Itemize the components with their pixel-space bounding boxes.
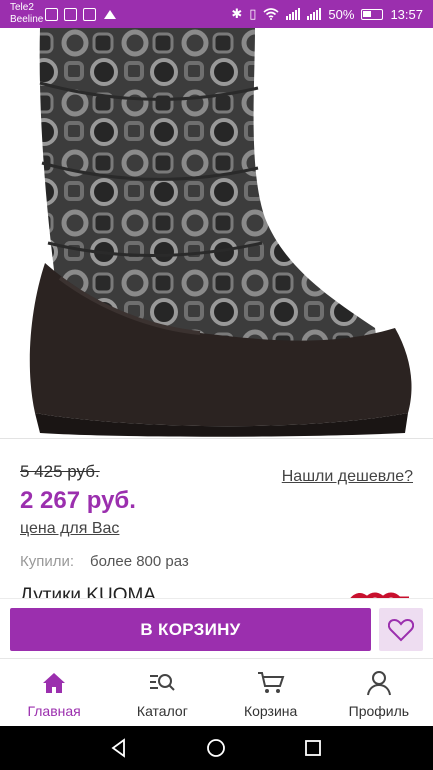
clock: 13:57 xyxy=(390,6,423,22)
home-button-icon[interactable] xyxy=(205,737,227,759)
notification-icons xyxy=(45,8,118,21)
system-navigation-bar xyxy=(0,726,433,770)
nav-label-home: Главная xyxy=(27,703,81,719)
mail-icon xyxy=(83,8,96,21)
signal-icon xyxy=(307,8,322,20)
nav-item-cart[interactable]: Корзина xyxy=(217,659,325,726)
battery-icon xyxy=(361,8,384,20)
bluetooth-icon: ✱ xyxy=(231,6,243,21)
nav-label-catalog: Каталог xyxy=(136,703,188,719)
bottom-navigation: Главная Каталог Корзина Профиль xyxy=(0,658,433,726)
nav-item-profile[interactable]: Профиль xyxy=(325,659,433,726)
carrier-2: Beeline xyxy=(10,14,44,25)
add-to-cart-bar: В КОРЗИНУ xyxy=(0,598,433,658)
favorite-button[interactable] xyxy=(379,608,423,651)
current-price: 2 267 руб. xyxy=(20,487,136,514)
heart-icon xyxy=(388,618,414,641)
wifi-icon xyxy=(263,8,279,20)
nav-item-home[interactable]: Главная xyxy=(0,659,108,726)
bought-count: более 800 раз xyxy=(90,553,189,570)
add-to-cart-button[interactable]: В КОРЗИНУ xyxy=(10,608,371,651)
catalog-search-icon xyxy=(147,669,177,697)
notification-icon xyxy=(64,8,77,21)
nav-label-profile: Профиль xyxy=(348,703,410,719)
cart-icon xyxy=(256,669,286,697)
recent-apps-icon[interactable] xyxy=(302,737,324,759)
notification-icon xyxy=(45,8,58,21)
product-image[interactable] xyxy=(0,28,433,438)
winter-boot-image xyxy=(29,28,412,437)
signal-icon xyxy=(286,8,301,20)
bought-label: Купили: xyxy=(20,553,75,570)
carrier-names: Tele2 Beeline xyxy=(10,2,43,26)
price-for-you-link[interactable]: цена для Вас xyxy=(20,520,119,538)
carrier-1: Tele2 xyxy=(10,2,34,13)
system-status-icons: ✱ ▯ 50% 13:57 xyxy=(231,6,423,22)
divider xyxy=(0,438,433,439)
back-icon[interactable] xyxy=(108,737,130,759)
nav-label-cart: Корзина xyxy=(243,703,298,719)
vibrate-icon: ▯ xyxy=(249,6,257,21)
nav-item-catalog[interactable]: Каталог xyxy=(108,659,216,726)
profile-icon xyxy=(364,669,394,697)
status-bar: Tele2 Beeline ✱ ▯ 50% 13:57 xyxy=(0,0,433,28)
found-cheaper-link[interactable]: Нашли дешевле? xyxy=(282,468,413,486)
old-price: 5 425 руб. xyxy=(20,462,100,481)
home-icon xyxy=(39,669,69,697)
battery-percent: 50% xyxy=(328,6,355,22)
cloud-icon xyxy=(104,10,116,19)
